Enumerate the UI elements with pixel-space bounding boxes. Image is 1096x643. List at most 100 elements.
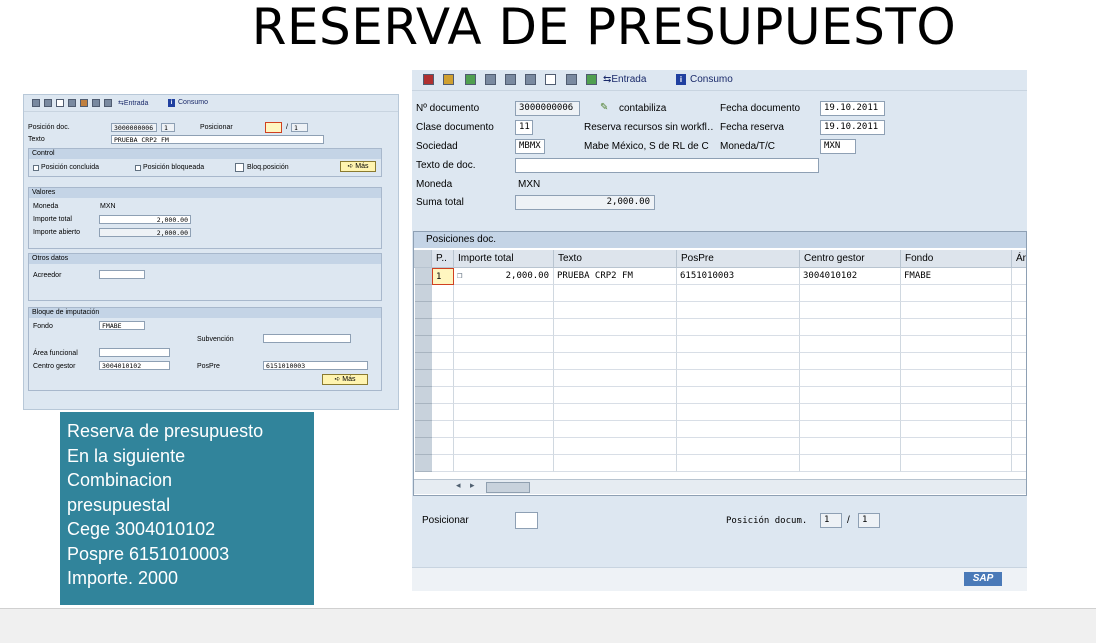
- check-icon[interactable]: [586, 74, 597, 85]
- cell-pos[interactable]: 1: [432, 268, 454, 285]
- contabiliza-text[interactable]: contabiliza: [619, 101, 666, 117]
- empty-cell[interactable]: [800, 404, 901, 421]
- entrada-link[interactable]: ⇆Entrada: [118, 99, 148, 107]
- column-header-importe[interactable]: Importe total: [454, 250, 554, 268]
- empty-cell[interactable]: [1012, 404, 1026, 421]
- entrada-link[interactable]: ⇆Entrada: [603, 74, 646, 85]
- empty-cell[interactable]: [432, 353, 454, 370]
- bloq-posicion-checkbox[interactable]: [235, 163, 244, 172]
- row-selector[interactable]: [415, 404, 432, 421]
- empty-cell[interactable]: [454, 285, 554, 302]
- save-icon[interactable]: [44, 99, 52, 107]
- empty-cell[interactable]: [1012, 387, 1026, 404]
- empty-cell[interactable]: [800, 421, 901, 438]
- select-all-corner[interactable]: [414, 250, 432, 268]
- empty-cell[interactable]: [901, 353, 1012, 370]
- empty-cell[interactable]: [554, 319, 677, 336]
- empty-cell[interactable]: [901, 387, 1012, 404]
- empty-cell[interactable]: [901, 302, 1012, 319]
- empty-cell[interactable]: [901, 455, 1012, 472]
- empty-cell[interactable]: [1012, 455, 1026, 472]
- column-header-texto[interactable]: Texto: [554, 250, 677, 268]
- pos-concluida-checkbox[interactable]: [33, 165, 39, 171]
- display-icon[interactable]: [32, 99, 40, 107]
- display-change-icon[interactable]: [423, 74, 434, 85]
- empty-cell[interactable]: [901, 421, 1012, 438]
- fecha-doc-field[interactable]: 19.10.2011: [820, 101, 885, 116]
- row-selector[interactable]: [415, 370, 432, 387]
- texto-field[interactable]: PRUEBA CRP2 FM: [111, 135, 324, 144]
- scroll-thumb[interactable]: [486, 482, 530, 493]
- empty-cell[interactable]: [800, 455, 901, 472]
- delete-icon[interactable]: [566, 74, 577, 85]
- empty-cell[interactable]: [901, 438, 1012, 455]
- empty-cell[interactable]: [554, 285, 677, 302]
- empty-cell[interactable]: [1012, 319, 1026, 336]
- cell-area[interactable]: [1012, 268, 1026, 285]
- empty-cell[interactable]: [677, 353, 800, 370]
- detail-icon[interactable]: ❐: [457, 268, 462, 284]
- clase-doc-field[interactable]: 11: [515, 120, 533, 135]
- empty-cell[interactable]: [432, 319, 454, 336]
- fecha-reserva-field[interactable]: 19.10.2011: [820, 120, 885, 135]
- edit-icon[interactable]: [92, 99, 100, 107]
- cell-pospre[interactable]: 6151010003: [677, 268, 800, 285]
- empty-cell[interactable]: [901, 319, 1012, 336]
- empty-cell[interactable]: [800, 319, 901, 336]
- column-header-pospre[interactable]: PosPre: [677, 250, 800, 268]
- empty-cell[interactable]: [554, 438, 677, 455]
- row-selector[interactable]: [415, 438, 432, 455]
- header-icon[interactable]: [443, 74, 454, 85]
- importe-total-field[interactable]: 2,000.00: [99, 215, 191, 224]
- column-header-pos[interactable]: P..: [432, 250, 454, 268]
- row-selector[interactable]: [415, 421, 432, 438]
- empty-cell[interactable]: [554, 336, 677, 353]
- empty-cell[interactable]: [432, 370, 454, 387]
- copy-icon[interactable]: [545, 74, 556, 85]
- consumo-link[interactable]: Consumo: [178, 99, 208, 106]
- empty-cell[interactable]: [1012, 353, 1026, 370]
- cell-texto[interactable]: PRUEBA CRP2 FM: [554, 268, 677, 285]
- empty-cell[interactable]: [432, 404, 454, 421]
- row-selector[interactable]: [415, 319, 432, 336]
- empty-cell[interactable]: [554, 353, 677, 370]
- empty-cell[interactable]: [1012, 370, 1026, 387]
- empty-cell[interactable]: [800, 438, 901, 455]
- empty-cell[interactable]: [901, 285, 1012, 302]
- empty-cell[interactable]: [454, 438, 554, 455]
- column-header-fondo[interactable]: Fondo: [901, 250, 1012, 268]
- sociedad-field[interactable]: MBMX: [515, 139, 545, 154]
- empty-cell[interactable]: [454, 319, 554, 336]
- empty-cell[interactable]: [800, 370, 901, 387]
- new-doc-icon[interactable]: [56, 99, 64, 107]
- edit-icon[interactable]: [525, 74, 536, 85]
- empty-cell[interactable]: [901, 336, 1012, 353]
- overview-icon[interactable]: [465, 74, 476, 85]
- empty-cell[interactable]: [554, 387, 677, 404]
- empty-cell[interactable]: [454, 302, 554, 319]
- empty-cell[interactable]: [677, 319, 800, 336]
- column-header-centro[interactable]: Centro gestor: [800, 250, 901, 268]
- empty-cell[interactable]: [432, 387, 454, 404]
- row-selector[interactable]: [415, 387, 432, 404]
- empty-cell[interactable]: [554, 421, 677, 438]
- contabiliza-icon[interactable]: ✎: [600, 100, 608, 116]
- empty-cell[interactable]: [677, 387, 800, 404]
- moneda-tc-field[interactable]: MXN: [820, 139, 856, 154]
- empty-cell[interactable]: [554, 455, 677, 472]
- cell-importe[interactable]: ❐ 2,000.00: [454, 268, 554, 285]
- copy-icon[interactable]: [68, 99, 76, 107]
- area-funcional-field[interactable]: [99, 348, 170, 357]
- row-selector[interactable]: [415, 336, 432, 353]
- consumo-link[interactable]: Consumo: [690, 74, 733, 85]
- cell-fondo[interactable]: FMABE: [901, 268, 1012, 285]
- empty-cell[interactable]: [432, 336, 454, 353]
- column-header-area[interactable]: Ár: [1012, 250, 1026, 268]
- empty-cell[interactable]: [454, 404, 554, 421]
- hierarchy-icon[interactable]: [505, 74, 516, 85]
- empty-cell[interactable]: [677, 421, 800, 438]
- pospre-field[interactable]: 6151010003: [263, 361, 368, 370]
- empty-cell[interactable]: [800, 353, 901, 370]
- info-icon[interactable]: i: [676, 74, 686, 85]
- user-icon[interactable]: [80, 99, 88, 107]
